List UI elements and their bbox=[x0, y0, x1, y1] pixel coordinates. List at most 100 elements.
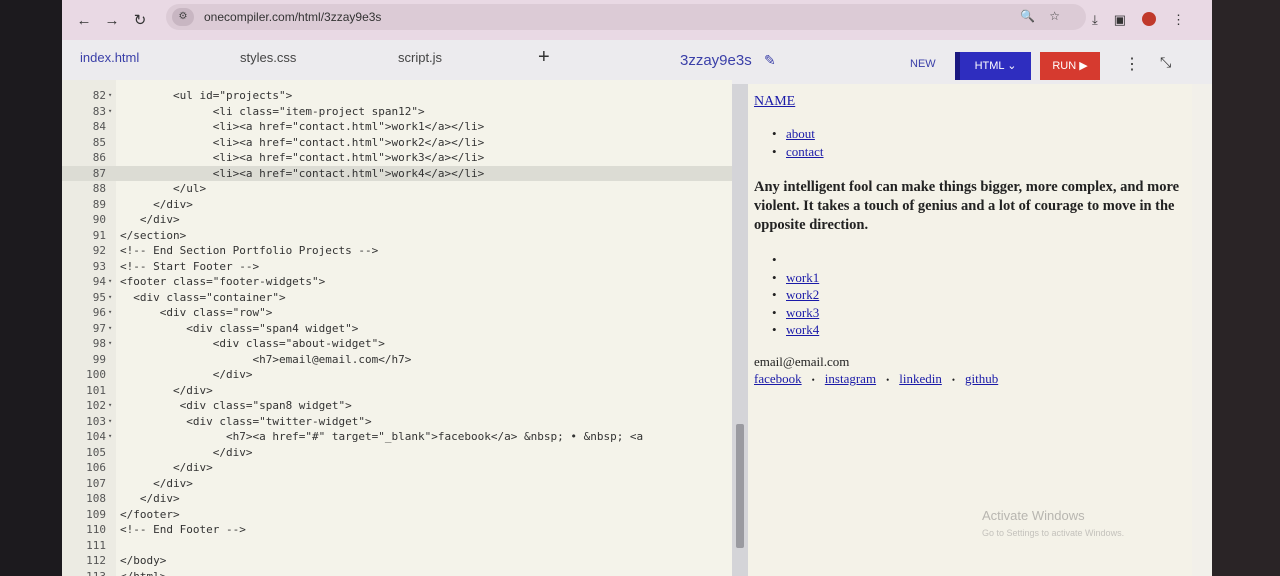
code-line[interactable]: 93 <!-- Start Footer --> bbox=[62, 259, 732, 275]
editor-scrollbar[interactable] bbox=[732, 84, 748, 576]
project-name[interactable]: 3zzay9e3s bbox=[680, 52, 752, 69]
code-line[interactable]: 110 <!-- End Footer --> bbox=[62, 522, 732, 538]
code-line[interactable]: 96 ▾ <div class="row"> bbox=[62, 305, 732, 321]
code-line[interactable]: 86 <li><a href="contact.html">work3</a><… bbox=[62, 150, 732, 166]
code-line[interactable]: 107 </div> bbox=[62, 476, 732, 492]
fold-arrow-icon[interactable]: ▾ bbox=[108, 336, 112, 352]
line-number: 92 bbox=[92, 244, 106, 257]
code-line[interactable]: 100 </div> bbox=[62, 367, 732, 383]
nav-about-link[interactable]: about bbox=[786, 126, 815, 141]
code-line[interactable]: 90 </div> bbox=[62, 212, 732, 228]
code-text: </div> bbox=[120, 461, 213, 474]
code-line[interactable]: 95 ▾ <div class="container"> bbox=[62, 290, 732, 306]
fold-arrow-icon[interactable]: ▾ bbox=[108, 321, 112, 337]
tab-index-html[interactable]: index.html bbox=[80, 50, 139, 65]
scrollbar-thumb[interactable] bbox=[736, 424, 744, 548]
code-text: <!-- Start Footer --> bbox=[120, 259, 260, 273]
code-line[interactable]: 87 <li><a href="contact.html">work4</a><… bbox=[62, 165, 732, 181]
github-link[interactable]: github bbox=[965, 371, 998, 386]
code-line[interactable]: 102 ▾ <div class="span8 widget"> bbox=[62, 398, 732, 414]
bookmark-star-icon[interactable]: 🔍☆ bbox=[1020, 9, 1074, 23]
code-line[interactable]: 84 <li><a href="contact.html">work1</a><… bbox=[62, 119, 732, 135]
fold-arrow-icon[interactable]: ▾ bbox=[108, 274, 112, 290]
back-icon[interactable]: ← bbox=[70, 12, 98, 29]
fold-arrow-icon[interactable]: ▾ bbox=[108, 429, 112, 445]
code-line[interactable]: 103 ▾ <div class="twitter-widget"> bbox=[62, 414, 732, 430]
line-number: 105 bbox=[86, 445, 106, 459]
code-line[interactable]: 104 ▾ <h7><a href="#" target="_blank">fac… bbox=[62, 429, 732, 445]
facebook-link[interactable]: facebook bbox=[754, 371, 802, 386]
kebab-menu-icon[interactable]: ⋮ bbox=[1172, 12, 1185, 28]
code-line[interactable]: 111 bbox=[62, 538, 732, 554]
work3-link[interactable]: work3 bbox=[786, 305, 819, 320]
code-line[interactable]: 92 <!-- End Section Portfolio Projects --… bbox=[62, 243, 732, 259]
extensions-icon[interactable]: ▣ bbox=[1114, 12, 1126, 28]
code-line[interactable]: 89 </div> bbox=[62, 197, 732, 213]
fullscreen-icon[interactable]: ⤡ bbox=[1160, 54, 1171, 71]
work2-link[interactable]: work2 bbox=[786, 287, 819, 302]
site-info-icon[interactable]: ⚙ bbox=[172, 8, 194, 26]
avatar[interactable] bbox=[1142, 12, 1157, 26]
code-line[interactable]: 91 </section> bbox=[62, 228, 732, 244]
code-text: <li><a href="contact.html">work1</a></li… bbox=[120, 120, 485, 133]
tab-styles-css[interactable]: styles.css bbox=[240, 50, 296, 65]
code-line[interactable]: 97 ▾ <div class="span4 widget"> bbox=[62, 321, 732, 337]
fold-arrow-icon[interactable]: ▾ bbox=[108, 290, 112, 306]
code-line[interactable]: 109 </footer> bbox=[62, 507, 732, 523]
code-line[interactable]: 83 ▾ <li class="item-project span12"> bbox=[62, 104, 732, 120]
fold-arrow-icon[interactable]: ▾ bbox=[108, 88, 112, 104]
fold-arrow-icon[interactable]: ▾ bbox=[108, 104, 112, 120]
code-line[interactable]: 82 ▾ <ul id="projects"> bbox=[62, 88, 732, 104]
line-number: 83 bbox=[92, 104, 106, 118]
code-line[interactable]: 112 </body> bbox=[62, 553, 732, 569]
add-tab-button[interactable]: + bbox=[538, 46, 550, 69]
code-line[interactable]: 99 <h7>email@email.com</h7> bbox=[62, 352, 732, 368]
preview-works-list: • • work1 • work2 • work3 • work4 bbox=[772, 252, 819, 340]
line-number: 103 bbox=[86, 414, 106, 428]
address-bar[interactable]: ⚙ onecompiler.com/html/3zzay9e3s 🔍☆ bbox=[166, 4, 1086, 30]
code-line[interactable]: 108 </div> bbox=[62, 491, 732, 507]
tab-script-js[interactable]: script.js bbox=[398, 50, 442, 65]
list-item: • work2 bbox=[772, 287, 820, 302]
chevron-down-icon: ⌄ bbox=[1007, 60, 1017, 72]
code-line[interactable]: 101 </div> bbox=[62, 383, 732, 399]
code-line[interactable]: 105 </div> bbox=[62, 445, 732, 461]
line-number: 89 bbox=[92, 197, 106, 211]
code-text: <li class="item-project span12"> bbox=[120, 104, 425, 118]
edit-pencil-icon[interactable]: ✎ bbox=[764, 52, 776, 69]
line-number: 86 bbox=[92, 151, 106, 164]
more-options-icon[interactable]: ⋮ bbox=[1124, 54, 1140, 74]
code-line[interactable]: 113 </html> bbox=[62, 569, 732, 576]
code-text: <div class="twitter-widget"> bbox=[120, 414, 372, 428]
fold-arrow-icon[interactable]: ▾ bbox=[108, 414, 112, 430]
code-text: </div> bbox=[120, 492, 180, 505]
code-line[interactable]: 94 ▾ <footer class="footer-widgets"> bbox=[62, 274, 732, 290]
download-icon[interactable]: ⤓ bbox=[1092, 12, 1098, 28]
run-button[interactable]: RUN ▶ bbox=[1040, 52, 1100, 80]
code-text: <h7><a href="#" target="_blank">facebook… bbox=[120, 430, 644, 443]
line-number: 85 bbox=[92, 135, 106, 149]
code-line[interactable]: 106 </div> bbox=[62, 460, 732, 476]
code-editor[interactable]: 82 ▾ <ul id="projects"> 83 ▾ <li class="ite… bbox=[62, 80, 732, 576]
code-line[interactable]: 85 <li><a href="contact.html">work2</a><… bbox=[62, 135, 732, 151]
language-select[interactable]: HTML ⌄ bbox=[955, 52, 1031, 80]
preview-name-link[interactable]: NAME bbox=[754, 94, 795, 110]
line-number: 102 bbox=[86, 399, 106, 412]
new-button[interactable]: NEW bbox=[910, 58, 936, 70]
fold-arrow-icon[interactable]: ▾ bbox=[108, 305, 112, 321]
code-text: <li><a href="contact.html">work4</a></li… bbox=[120, 166, 485, 180]
work1-link[interactable]: work1 bbox=[786, 270, 819, 285]
forward-icon[interactable]: → bbox=[98, 12, 126, 29]
fold-arrow-icon[interactable]: ▾ bbox=[108, 398, 112, 414]
instagram-link[interactable]: instagram bbox=[825, 371, 876, 386]
code-text: <!-- End Section Portfolio Projects --> bbox=[120, 244, 379, 257]
linkedin-link[interactable]: linkedin bbox=[899, 371, 942, 386]
activate-windows-subtitle: Go to Settings to activate Windows. bbox=[982, 528, 1125, 538]
code-line[interactable]: 88 </ul> bbox=[62, 181, 732, 197]
line-number: 84 bbox=[92, 120, 106, 133]
code-line[interactable]: 98 ▾ <div class="about-widget"> bbox=[62, 336, 732, 352]
line-number: 113 bbox=[86, 569, 106, 576]
nav-contact-link[interactable]: contact bbox=[786, 144, 824, 159]
work4-link[interactable]: work4 bbox=[786, 322, 819, 337]
reload-icon[interactable]: ↻ bbox=[126, 11, 154, 29]
